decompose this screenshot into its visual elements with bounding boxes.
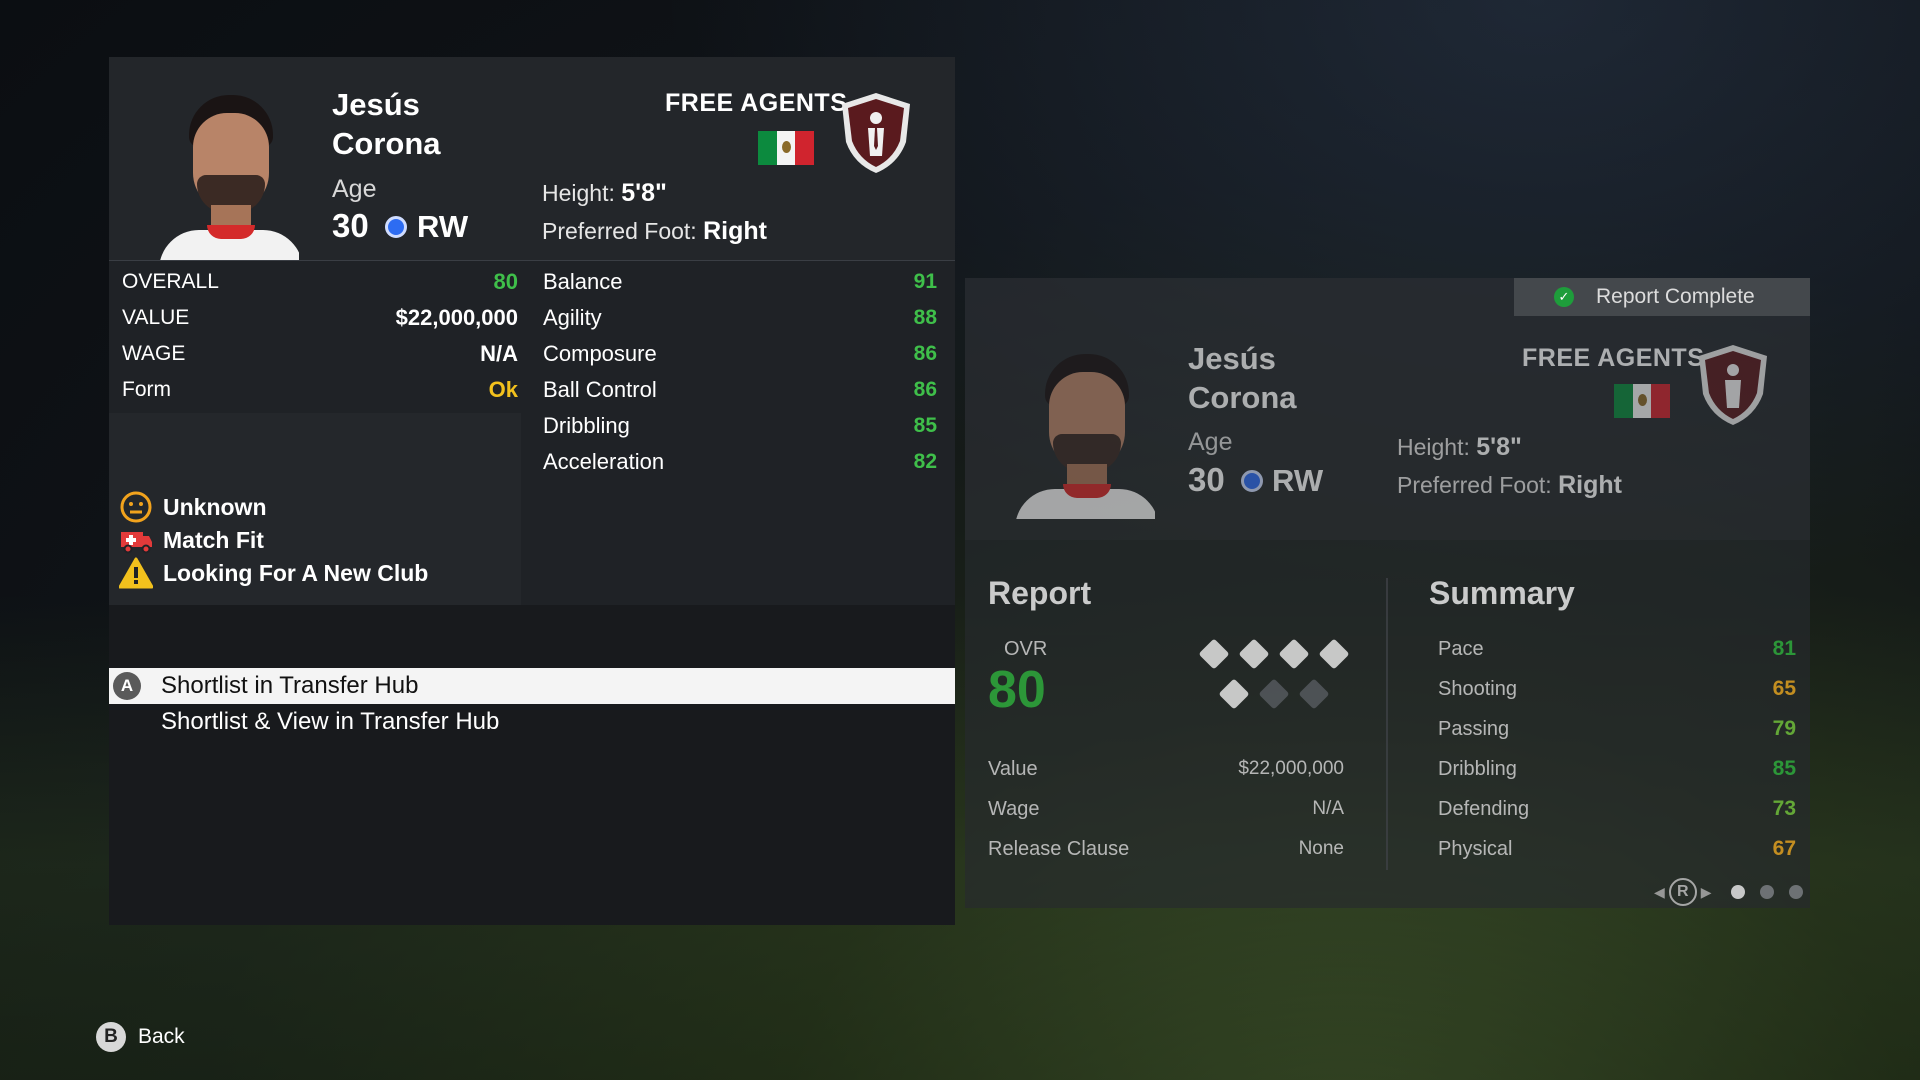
summary-label: Passing bbox=[1438, 717, 1510, 740]
report-row-value: $22,000,000 bbox=[1238, 758, 1344, 779]
summary-value: 67 bbox=[1772, 837, 1796, 860]
back-label: Back bbox=[138, 1025, 185, 1048]
report-row-label: Release Clause bbox=[988, 837, 1130, 860]
summary-row: Shooting 65 bbox=[1438, 674, 1796, 704]
summary-value: 81 bbox=[1772, 637, 1796, 660]
playstyle-icon-empty bbox=[1258, 678, 1290, 710]
summary-label: Physical bbox=[1438, 837, 1513, 860]
report-row-value: None bbox=[1298, 838, 1344, 859]
chevron-left-icon: ◀ bbox=[1654, 883, 1665, 900]
summary-value: 73 bbox=[1772, 797, 1796, 820]
summary-label: Defending bbox=[1438, 797, 1530, 820]
report-title: Report bbox=[988, 575, 1092, 611]
summary-value: 65 bbox=[1772, 677, 1796, 700]
playstyle-icon bbox=[1318, 638, 1350, 670]
report-body: Report OVR 80 Value $22,000,000 Wage N/A Rel… bbox=[0, 0, 1920, 1080]
report-row: Wage N/A bbox=[988, 794, 1344, 824]
report-row: Release Clause None bbox=[988, 834, 1344, 864]
report-row: Value $22,000,000 bbox=[988, 754, 1344, 784]
summary-row: Physical 67 bbox=[1438, 834, 1796, 864]
report-divider bbox=[1386, 578, 1388, 870]
summary-label: Shooting bbox=[1438, 677, 1517, 700]
report-row-value: N/A bbox=[1312, 798, 1344, 819]
page-dot bbox=[1788, 885, 1803, 899]
report-row-label: Value bbox=[988, 757, 1038, 780]
summary-label: Dribbling bbox=[1438, 757, 1517, 780]
summary-value: 79 bbox=[1772, 717, 1796, 740]
playstyle-icon bbox=[1238, 638, 1270, 670]
playstyle-icon bbox=[1278, 638, 1310, 670]
summary-row: Passing 79 bbox=[1438, 714, 1796, 744]
playstyle-icon-empty bbox=[1298, 678, 1330, 710]
page-indicator[interactable]: ◀ R ▶ bbox=[1650, 878, 1803, 906]
ovr-value: 80 bbox=[988, 661, 1046, 719]
chevron-right-icon: ▶ bbox=[1700, 883, 1712, 900]
r-stick-icon: R bbox=[1668, 878, 1697, 906]
report-row-label: Wage bbox=[988, 797, 1040, 820]
playstyle-icon bbox=[1218, 678, 1250, 710]
summary-value: 85 bbox=[1772, 757, 1796, 780]
summary-title: Summary bbox=[1429, 575, 1575, 611]
page-dot-active bbox=[1730, 885, 1745, 899]
page-dot bbox=[1759, 885, 1774, 899]
back-button[interactable]: B Back bbox=[96, 1022, 185, 1052]
summary-row: Defending 73 bbox=[1438, 794, 1796, 824]
summary-row: Dribbling 85 bbox=[1438, 754, 1796, 784]
summary-label: Pace bbox=[1438, 637, 1484, 660]
ovr-label: OVR bbox=[1004, 638, 1048, 660]
playstyle-icon bbox=[1198, 638, 1230, 670]
summary-row: Pace 81 bbox=[1438, 634, 1796, 664]
b-button-icon: B bbox=[96, 1022, 126, 1052]
